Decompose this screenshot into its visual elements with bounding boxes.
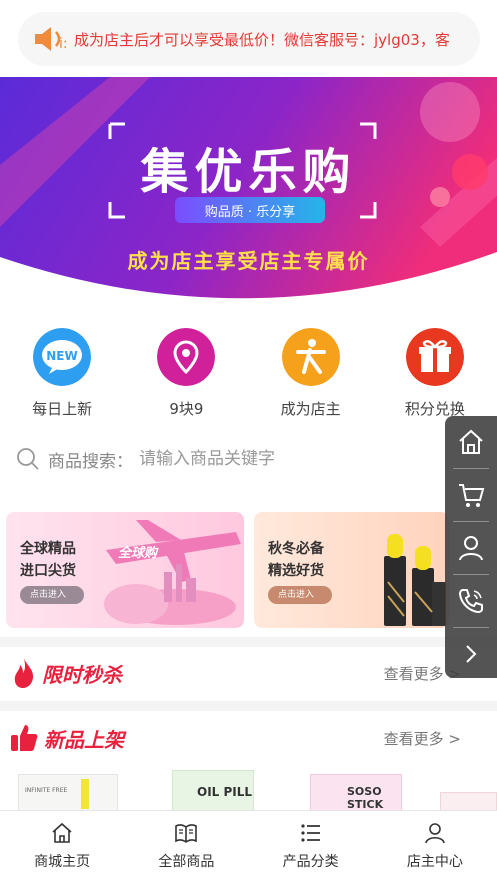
promo-badge: 全球购 [118,546,158,561]
product-card[interactable]: OIL PILL [172,770,254,814]
speaker-icon: i: [35,27,68,52]
promo-season[interactable]: 秋冬必备 精选好货 点击进入 [254,512,449,628]
list-icon [301,824,320,842]
tab-label: 全部商品 [158,854,215,870]
product-card[interactable]: SOSO STICK [310,774,402,814]
quick-item-owner[interactable]: 成为店主 [249,328,373,428]
search-input[interactable] [139,449,369,469]
tab-label: 商城主页 [34,854,91,870]
quick-label: 9块9 [169,400,204,418]
notice-text: 成为店主后才可以享受最低价！微信客服号：jylg03，客 [74,30,450,49]
cart-icon [459,484,485,507]
tab-label: 产品分类 [282,854,339,870]
side-home-button[interactable] [445,416,497,468]
thumbs-up-icon [11,725,38,751]
quick-item-nine[interactable]: 9块9 [124,328,248,428]
hero-banner[interactable]: 集优乐购 购品质 · 乐分享 成为店主享受店主专属价 [0,77,497,312]
runner-icon [281,328,340,386]
flash-sale-header: 限时秒杀 查看更多 > [0,648,497,698]
quick-item-new[interactable]: NEW 每日上新 [0,328,124,428]
notice-bar[interactable]: i: 成为店主后才可以享受最低价！微信客服号：jylg03，客 [18,12,480,66]
tab-owner-center[interactable]: 店主中心 [373,811,497,883]
new-badge-icon: NEW [33,328,92,386]
svg-text:i:: i: [59,36,68,52]
tab-categories[interactable]: 产品分类 [249,811,373,883]
search-bar: 商品搜索： [16,440,446,478]
side-phone-button[interactable] [445,575,497,627]
flame-icon [14,658,34,688]
side-collapse-button[interactable] [445,628,497,680]
quick-entries: NEW 每日上新 9块9 成为店主 积分兑换 [0,328,497,428]
book-icon [175,824,198,843]
product-label: INFINITE FREE [25,787,68,794]
pin-nine-icon [157,328,216,386]
arrow-right-icon [466,645,477,663]
quick-item-points[interactable]: 积分兑换 [373,328,497,428]
search-icon[interactable] [16,447,40,471]
section-divider [0,701,497,711]
new-arrivals-title: 新品上架 [44,727,124,752]
user-icon [425,823,445,844]
promo-global[interactable]: 全球购 全球精品 进口尖货 点击进入 [6,512,244,628]
promo-line1: 秋冬必备 [268,541,324,557]
section-divider [0,637,497,647]
promo-enter-button[interactable]: 点击进入 [20,586,85,604]
phone-icon [458,589,483,614]
product-card[interactable]: INFINITE FREE [18,774,118,814]
user-icon [459,536,483,561]
bottom-tab-bar: 商城主页 全部商品 产品分类 店主中心 [0,810,497,883]
gift-icon [405,328,464,386]
home-icon [52,822,72,843]
tab-label: 店主中心 [406,854,463,870]
product-strip: INFINITE FREE OIL PILL SOSO STICK [0,766,497,814]
quick-label: 成为店主 [280,400,341,418]
flash-sale-title: 限时秒杀 [42,662,122,687]
side-cart-button[interactable] [445,469,497,521]
quick-label: 每日上新 [32,400,93,418]
promo-line2: 进口尖货 [20,563,76,579]
new-arrivals-more-link[interactable]: 查看更多 > [384,728,461,749]
product-label: SOSO STICK [347,785,384,811]
side-user-button[interactable] [445,522,497,574]
tab-all-products[interactable]: 全部商品 [124,811,248,883]
svg-text:NEW: NEW [46,349,77,363]
hero-slogan: 成为店主享受店主专属价 [127,249,370,273]
hero-title: 集优乐购 [140,144,357,200]
floating-side-menu [445,416,497,678]
promo-line1: 全球精品 [20,541,76,557]
promo-enter-button[interactable]: 点击进入 [268,586,333,604]
tab-home[interactable]: 商城主页 [0,811,124,883]
product-label: OIL PILL [197,785,253,799]
promo-line2: 精选好货 [268,563,324,579]
product-stripe [81,779,89,809]
search-label: 商品搜索： [48,451,133,472]
new-arrivals-header: 新品上架 查看更多 > [0,713,497,763]
home-icon [459,429,483,454]
hero-tagline: 购品质 · 乐分享 [204,205,296,220]
